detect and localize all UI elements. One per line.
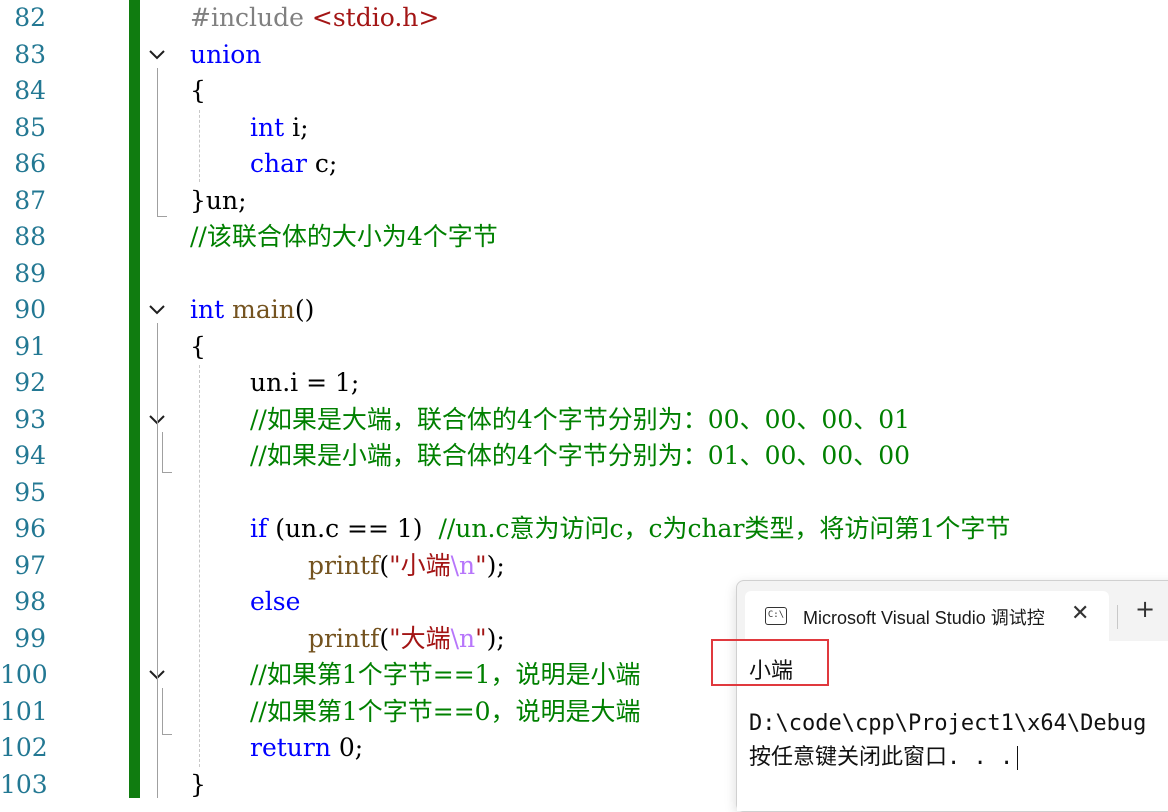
code-text[interactable]: char c; <box>250 146 337 182</box>
code-comment[interactable]: //如果第1个字节==0，说明是大端 <box>250 694 641 730</box>
code-text[interactable]: { <box>190 329 206 365</box>
code-line-90[interactable]: 90 int main() <box>0 292 1168 328</box>
line-number: 96 <box>14 514 46 543</box>
line-number: 84 <box>14 76 46 105</box>
fold-outline-guide <box>157 323 158 798</box>
line-number: 88 <box>14 222 46 251</box>
close-icon[interactable]: ✕ <box>1071 601 1089 626</box>
code-line-95[interactable]: 95 <box>0 475 1168 511</box>
code-comment[interactable]: //如果是小端，联合体的4个字节分别为：01、00、00、00 <box>250 438 910 474</box>
console-output-line: 按任意键关闭此窗口. . . <box>749 739 1019 771</box>
code-text[interactable]: #include <stdio.h> <box>190 0 439 36</box>
line-number: 86 <box>14 149 46 178</box>
code-text[interactable]: }un; <box>190 183 247 219</box>
code-line-82[interactable]: 82 #include <stdio.h> <box>0 0 1168 36</box>
fold-outline-guide <box>157 68 158 216</box>
code-text[interactable]: if (un.c == 1) //un.c意为访问c，c为char类型，将访问第… <box>250 511 1010 547</box>
indent-guide <box>199 365 200 767</box>
code-comment[interactable]: //如果是大端，联合体的4个字节分别为：00、00、00、01 <box>250 402 910 438</box>
tab-divider <box>1117 605 1118 629</box>
fold-outline-guide <box>162 432 163 472</box>
code-line-88[interactable]: 88 //该联合体的大小为4个字节 <box>0 219 1168 255</box>
line-number: 89 <box>14 259 46 288</box>
code-text[interactable]: else <box>250 584 300 620</box>
line-number: 90 <box>14 295 46 324</box>
line-number: 92 <box>14 368 46 397</box>
line-number: 97 <box>14 551 46 580</box>
code-text[interactable]: { <box>190 73 206 109</box>
highlight-box <box>711 639 829 686</box>
code-line-93[interactable]: 93 //如果是大端，联合体的4个字节分别为：00、00、00、01 <box>0 402 1168 438</box>
line-number: 91 <box>14 332 46 361</box>
console-tab-title: Microsoft Visual Studio 调试控 <box>803 608 1045 628</box>
code-line-87[interactable]: 87 }un; <box>0 183 1168 219</box>
debug-console-window[interactable]: C:\ Microsoft Visual Studio 调试控 ✕ + 小端 D… <box>736 580 1168 812</box>
indent-guide <box>199 110 200 182</box>
code-line-96[interactable]: 96 if (un.c == 1) //un.c意为访问c，c为char类型，将… <box>0 511 1168 547</box>
line-number: 94 <box>14 441 46 470</box>
fold-chevron-down-icon[interactable] <box>147 45 167 65</box>
line-number: 83 <box>14 40 46 69</box>
code-line-84[interactable]: 84 { <box>0 73 1168 109</box>
code-line-86[interactable]: 86 char c; <box>0 146 1168 182</box>
fold-outline-end <box>157 216 167 217</box>
line-number: 100 <box>0 660 48 689</box>
terminal-icon: C:\ <box>765 607 787 625</box>
code-line-91[interactable]: 91 { <box>0 329 1168 365</box>
fold-outline-guide <box>162 688 163 734</box>
code-line-92[interactable]: 92 un.i = 1; <box>0 365 1168 401</box>
console-output-line: D:\code\cpp\Project1\x64\Debug <box>749 711 1147 736</box>
line-number: 102 <box>0 733 48 762</box>
code-text[interactable]: un.i = 1; <box>250 365 359 401</box>
code-text[interactable]: int main() <box>190 292 314 328</box>
line-number: 98 <box>14 587 46 616</box>
line-number: 95 <box>14 478 46 507</box>
add-tab-icon[interactable]: + <box>1135 597 1155 621</box>
fold-outline-end <box>162 472 172 473</box>
console-tab[interactable]: C:\ Microsoft Visual Studio 调试控 ✕ <box>745 591 1109 641</box>
code-line-83[interactable]: 83 union <box>0 37 1168 73</box>
code-comment[interactable]: //如果第1个字节==1，说明是小端 <box>250 657 641 693</box>
code-text[interactable]: printf("大端\n"); <box>308 621 505 657</box>
line-number: 93 <box>14 405 46 434</box>
code-text[interactable]: printf("小端\n"); <box>308 548 505 584</box>
code-line-94[interactable]: 94 //如果是小端，联合体的4个字节分别为：01、00、00、00 <box>0 438 1168 474</box>
line-number: 99 <box>14 624 46 653</box>
code-text[interactable]: return 0; <box>250 730 363 766</box>
text-cursor <box>1017 746 1019 770</box>
line-number: 101 <box>0 697 48 726</box>
code-line-85[interactable]: 85 int i; <box>0 110 1168 146</box>
line-number: 85 <box>14 113 46 142</box>
code-comment[interactable]: //该联合体的大小为4个字节 <box>190 219 498 255</box>
line-number: 87 <box>14 186 46 215</box>
code-text[interactable]: union <box>190 37 261 73</box>
fold-outline-end <box>162 734 172 735</box>
code-line-97[interactable]: 97 printf("小端\n"); <box>0 548 1168 584</box>
code-line-89[interactable]: 89 <box>0 256 1168 292</box>
code-text[interactable]: int i; <box>250 110 309 146</box>
fold-chevron-down-icon[interactable] <box>147 300 167 320</box>
line-number: 82 <box>14 3 46 32</box>
